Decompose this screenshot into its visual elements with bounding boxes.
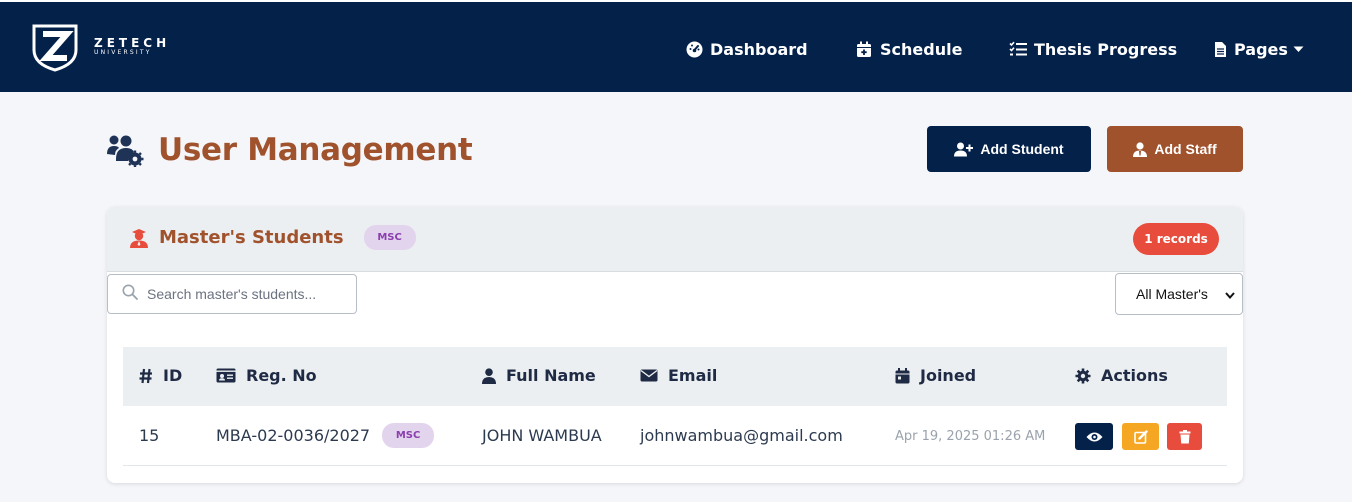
search-icon: [122, 284, 138, 304]
chevron-down-icon: [1224, 288, 1236, 304]
view-button[interactable]: [1075, 423, 1113, 450]
trash-icon: [1179, 429, 1190, 443]
caret-down-icon: [1293, 40, 1305, 58]
nav-thesis-progress-label: Thesis Progress: [1034, 39, 1178, 59]
calendar-plus-icon: [855, 40, 873, 58]
add-staff-label: Add Staff: [1154, 141, 1217, 157]
row-program-badge: MSC: [382, 423, 435, 448]
column-header-id-label: ID: [163, 366, 183, 385]
file-icon: [1213, 40, 1227, 58]
search-box[interactable]: [107, 274, 357, 314]
column-header-full-name[interactable]: Full Name: [482, 366, 596, 385]
column-header-reg-no[interactable]: Reg. No: [216, 366, 317, 385]
search-input[interactable]: [147, 286, 347, 302]
hash-icon: [139, 368, 153, 384]
user-plus-icon: [954, 142, 974, 157]
cell-joined: Apr 19, 2025 01:26 AM: [895, 429, 1046, 444]
records-count-badge: 1 records: [1133, 223, 1219, 255]
top-navbar: ZETECH UNIVERSITY Dashboard Schedule The…: [0, 0, 1352, 92]
user-icon: [482, 367, 496, 384]
nav-pages-dropdown[interactable]: Pages: [1213, 38, 1312, 60]
nav-dashboard-label: Dashboard: [710, 39, 808, 59]
column-header-joined[interactable]: Joined: [895, 366, 976, 385]
brand-name: ZETECH: [94, 35, 171, 50]
cell-reg-no: MBA-02-0036/2027 MSC: [216, 423, 435, 448]
add-student-button[interactable]: Add Student: [927, 126, 1091, 172]
cell-email: johnwambua@gmail.com: [640, 426, 843, 445]
edit-button[interactable]: [1122, 423, 1159, 450]
edit-icon: [1133, 429, 1148, 444]
brand-subtitle: UNIVERSITY: [94, 48, 152, 56]
nav-dashboard[interactable]: Dashboard: [685, 38, 808, 60]
gear-icon: [1075, 368, 1091, 384]
column-header-email-label: Email: [668, 366, 718, 385]
envelope-icon: [640, 369, 658, 382]
card-title-label: Master's Students: [159, 227, 344, 248]
program-filter-value: All Master's: [1136, 286, 1208, 302]
masters-students-card: Master's Students MSC 1 records All Mast…: [107, 207, 1243, 483]
gauge-icon: [685, 40, 703, 58]
checklist-icon: [1009, 40, 1027, 58]
column-header-email[interactable]: Email: [640, 366, 717, 385]
graduate-icon: [129, 228, 149, 248]
card-header: Master's Students MSC 1 records: [107, 207, 1243, 272]
shield-logo-icon: [32, 24, 78, 72]
table-row: 15 MBA-02-0036/2027 MSC JOHN WAMBUA john…: [123, 406, 1227, 466]
delete-button[interactable]: [1167, 423, 1202, 450]
add-staff-button[interactable]: Add Staff: [1107, 126, 1243, 172]
card-title: Master's Students MSC: [129, 225, 416, 250]
reg-no-text: MBA-02-0036/2027: [216, 426, 371, 445]
zetech-logo[interactable]: ZETECH UNIVERSITY: [30, 16, 190, 76]
nav-pages-label: Pages: [1234, 39, 1288, 59]
nav-thesis-progress[interactable]: Thesis Progress: [1009, 38, 1177, 60]
eye-icon: [1086, 432, 1102, 441]
table-header: ID Reg. No Full Name Email Joined Action…: [123, 347, 1227, 406]
cell-id: 15: [139, 426, 160, 445]
column-header-full-name-label: Full Name: [506, 366, 596, 385]
calendar-icon: [895, 367, 910, 384]
user-tie-icon: [1133, 141, 1148, 157]
column-header-id[interactable]: ID: [139, 366, 182, 385]
program-filter-select[interactable]: All Master's: [1115, 273, 1243, 315]
program-badge: MSC: [363, 225, 416, 250]
cell-full-name: JOHN WAMBUA: [482, 426, 602, 445]
column-header-actions: Actions: [1075, 366, 1168, 385]
users-gear-icon: [106, 133, 144, 168]
column-header-reg-no-label: Reg. No: [246, 366, 317, 385]
add-student-label: Add Student: [980, 141, 1064, 157]
nav-schedule-label: Schedule: [880, 39, 963, 59]
page-heading: User Management: [158, 132, 473, 168]
column-header-actions-label: Actions: [1101, 366, 1168, 385]
column-header-joined-label: Joined: [920, 366, 977, 385]
page-title: User Management: [106, 128, 473, 172]
nav-schedule[interactable]: Schedule: [855, 38, 962, 60]
id-card-icon: [216, 368, 236, 383]
